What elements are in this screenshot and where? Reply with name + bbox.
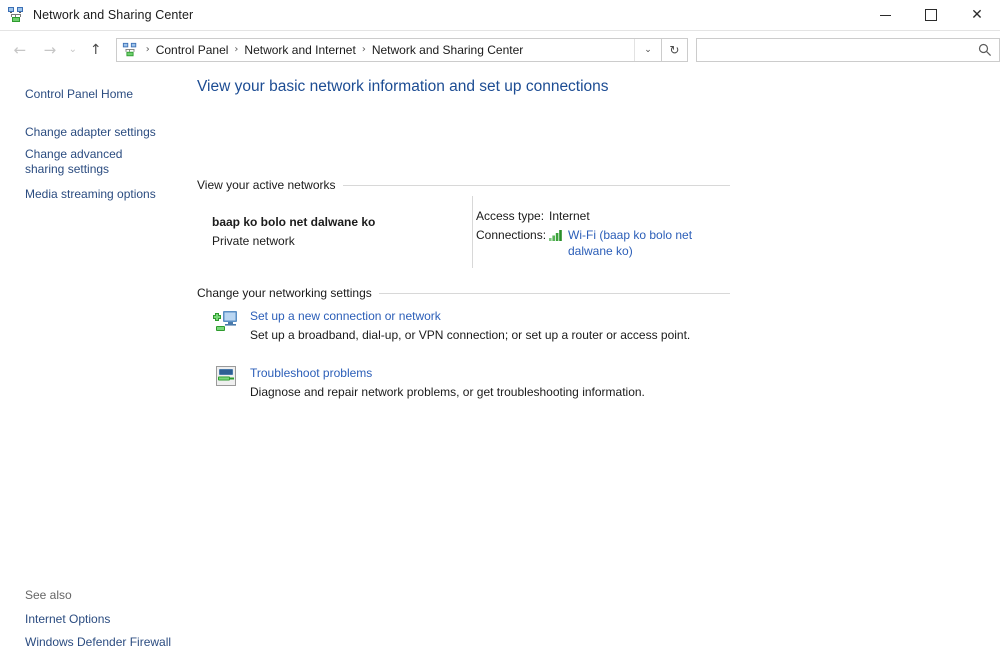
search-input[interactable] xyxy=(696,38,977,61)
breadcrumb-network-and-sharing-center[interactable]: Network and Sharing Center xyxy=(370,43,525,57)
refresh-icon: ↻ xyxy=(669,42,680,57)
task-title-setup-new-connection[interactable]: Set up a new connection or network xyxy=(250,309,441,323)
sidebar: Control Panel Home Change adapter settin… xyxy=(0,68,190,649)
task-description-troubleshoot-problems: Diagnose and repair network problems, or… xyxy=(250,385,645,399)
recent-locations-button[interactable]: ⌄ xyxy=(64,35,82,65)
connection-link-wifi[interactable]: Wi-Fi (baap ko bolo net dalwane ko) xyxy=(568,227,726,259)
chevron-down-icon[interactable]: ⌄ xyxy=(634,38,661,61)
close-button[interactable]: ✕ xyxy=(954,0,1000,30)
wifi-signal-icon xyxy=(549,229,564,241)
title-bar: Network and Sharing Center ✕ xyxy=(0,0,1000,31)
task-setup-new-connection: Set up a new connection or network Set u… xyxy=(212,307,690,342)
sidebar-item-control-panel-home[interactable]: Control Panel Home xyxy=(0,87,143,102)
section-divider xyxy=(342,184,730,186)
active-network-details: Access type: Internet Connections: Wi-Fi… xyxy=(476,208,726,262)
page-title: View your basic network information and … xyxy=(197,78,609,95)
connections-label: Connections: xyxy=(476,228,547,242)
address-network-icon xyxy=(122,42,138,58)
connections-row: Connections: Wi-Fi (baap ko bolo net dal… xyxy=(476,227,726,259)
sidebar-item-media-streaming-options[interactable]: Media streaming options xyxy=(0,187,166,202)
section-heading-networking-settings: Change your networking settings xyxy=(197,286,730,300)
close-icon: ✕ xyxy=(971,7,983,23)
refresh-button[interactable]: ↻ xyxy=(662,37,688,62)
search-box[interactable] xyxy=(695,37,1000,62)
breadcrumb-separator: › xyxy=(361,44,366,55)
window-title: Network and Sharing Center xyxy=(33,8,194,22)
access-type-label: Access type: xyxy=(476,209,545,223)
task-title-troubleshoot-problems[interactable]: Troubleshoot problems xyxy=(250,366,372,380)
breadcrumb-separator: › xyxy=(234,44,239,55)
main-content: View your basic network information and … xyxy=(190,68,1000,600)
section-heading-label: View your active networks xyxy=(197,178,336,192)
vertical-divider xyxy=(472,196,473,268)
back-button[interactable]: ← xyxy=(8,35,32,65)
breadcrumb-separator: › xyxy=(145,44,150,55)
address-bar[interactable]: › Control Panel › Network and Internet ›… xyxy=(115,37,662,62)
up-button[interactable]: ↑ xyxy=(84,35,108,65)
window-controls: ✕ xyxy=(862,0,1000,30)
search-icon xyxy=(978,43,992,57)
troubleshoot-icon xyxy=(215,365,237,387)
maximize-button[interactable] xyxy=(908,0,954,30)
sidebar-item-change-adapter-settings[interactable]: Change adapter settings xyxy=(0,125,166,140)
task-troubleshoot-problems: Troubleshoot problems Diagnose and repai… xyxy=(212,364,645,399)
section-heading-label: Change your networking settings xyxy=(197,286,372,300)
access-type-value: Internet xyxy=(549,209,590,223)
task-description-setup-new-connection: Set up a broadband, dial-up, or VPN conn… xyxy=(250,328,691,342)
active-network-type: Private network xyxy=(212,234,295,248)
active-network-summary: baap ko bolo net dalwane ko Private netw… xyxy=(212,215,375,248)
breadcrumb-network-and-internet[interactable]: Network and Internet xyxy=(242,43,357,57)
minimize-button[interactable] xyxy=(862,0,908,30)
access-type-row: Access type: Internet xyxy=(476,208,726,224)
active-network-name: baap ko bolo net dalwane ko xyxy=(212,215,376,229)
network-sharing-icon xyxy=(7,6,25,24)
sidebar-item-internet-options[interactable]: Internet Options xyxy=(0,612,120,627)
section-heading-active-networks: View your active networks xyxy=(197,178,730,192)
navigation-bar: ← → ⌄ ↑ › Control Panel › Network and In… xyxy=(0,31,1000,68)
sidebar-item-change-advanced-sharing-settings[interactable]: Change advanced sharing settings xyxy=(0,147,175,177)
section-divider xyxy=(378,292,730,294)
forward-button[interactable]: → xyxy=(38,35,62,65)
new-connection-icon xyxy=(212,308,240,336)
breadcrumb-control-panel[interactable]: Control Panel xyxy=(154,43,231,57)
sidebar-item-windows-defender-firewall[interactable]: Windows Defender Firewall xyxy=(0,635,181,650)
